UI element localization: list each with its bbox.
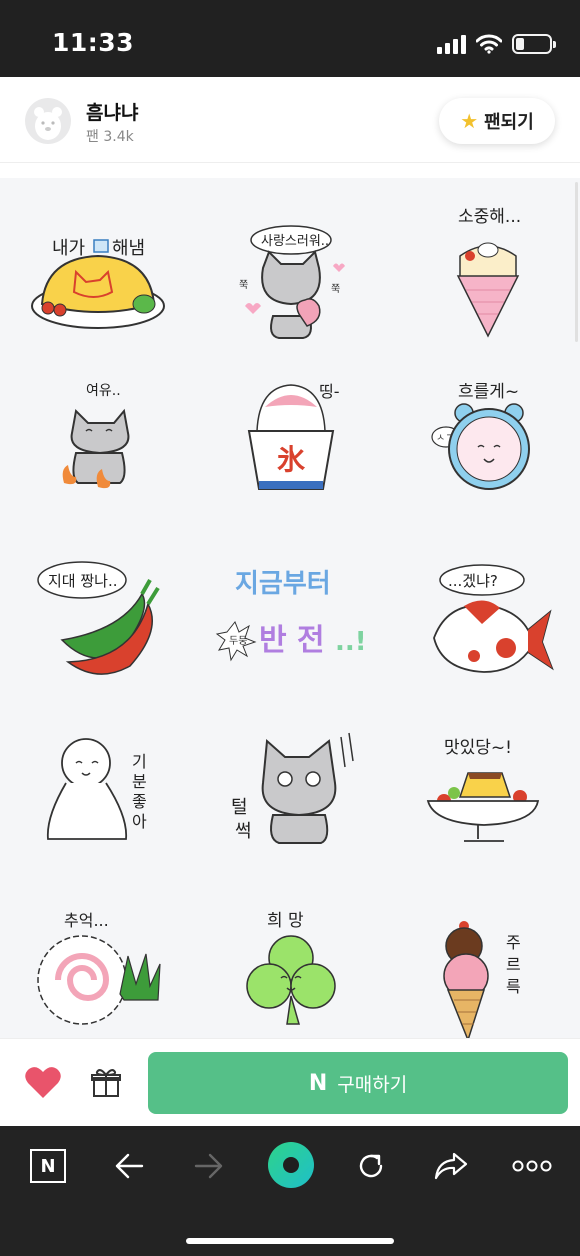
fan-count: 팬 3.4k — [86, 129, 134, 145]
sticker-clock[interactable]: 흐를게~ ㅅㄱ — [388, 373, 578, 543]
sticker-text: 띵- — [319, 382, 340, 401]
sticker-fishcake[interactable]: 추억... — [2, 904, 192, 1038]
sticker-relaxed-cat[interactable]: 여유.. — [2, 373, 192, 543]
buy-button[interactable]: N 구매하기 — [148, 1052, 568, 1114]
sticker-text: 두둥 — [229, 635, 247, 647]
sticker-clover[interactable]: 희 망 — [195, 904, 385, 1038]
sticker-text: 륵 — [506, 977, 521, 996]
sticker-text: ...겠냐? — [448, 572, 498, 590]
home-indicator — [186, 1238, 394, 1244]
green-dot-button[interactable] — [266, 1140, 316, 1190]
sticker-icecream[interactable]: 주 르 륵 — [388, 904, 578, 1038]
naver-pay-icon: N — [308, 1070, 328, 1096]
sticker-text: 좋 — [132, 792, 147, 811]
sticker-text: 지금부터 — [235, 569, 331, 599]
sticker-shaved-ice[interactable]: 띵- 氷 — [195, 373, 385, 543]
sticker-grid: 내가 해냄 사랑스러워.. 쭉 쭉 소중해... 여유.. 띵- 氷 흐를게~ … — [0, 178, 580, 1038]
sticker-lovely-cat[interactable]: 사랑스러워.. 쭉 쭉 — [195, 196, 385, 366]
sticker-text: 여유.. — [86, 383, 121, 399]
like-button[interactable] — [24, 1066, 62, 1100]
sticker-text: ..! — [335, 627, 367, 657]
sticker-text: 분 — [132, 772, 147, 791]
battery-icon — [512, 34, 556, 54]
sticker-text: 르 — [506, 955, 521, 974]
bear-avatar-icon — [34, 107, 62, 140]
sticker-text: 희 망 — [267, 911, 304, 931]
sticker-fish[interactable]: ...겠냐? — [388, 550, 578, 720]
gift-icon — [91, 1069, 121, 1097]
naver-n-icon: N — [30, 1149, 66, 1183]
status-icons — [437, 34, 556, 54]
fan-button[interactable]: ★ 팬되기 — [439, 98, 555, 144]
heart-icon — [25, 1067, 61, 1098]
share-icon — [434, 1152, 468, 1180]
wifi-icon — [476, 34, 502, 54]
fan-button-label: 팬되기 — [484, 112, 534, 133]
gift-button[interactable] — [90, 1067, 122, 1099]
sticker-crepe-cat[interactable]: 소중해... — [388, 196, 578, 366]
sticker-text: 썩 — [235, 821, 252, 842]
forward-button[interactable] — [187, 1144, 231, 1188]
sticker-text: 추억... — [64, 911, 109, 930]
back-icon — [115, 1153, 144, 1179]
cellular-signal-icon — [437, 34, 466, 54]
sticker-text: 털 — [231, 797, 248, 818]
author-name[interactable]: 흠냐냐 — [86, 98, 138, 125]
more-button[interactable] — [510, 1144, 554, 1188]
forward-icon — [194, 1153, 223, 1179]
sticker-text: 지대 짱나.. — [48, 572, 118, 590]
sticker-text: 소중해... — [458, 207, 521, 227]
sticker-pudding[interactable]: 맛있당~! — [388, 727, 578, 897]
sticker-text: 반 전 — [259, 623, 325, 658]
sticker-text: 아 — [132, 812, 147, 831]
sticker-plop-cat[interactable]: 털 썩 — [195, 727, 385, 897]
author-header: 흠냐냐 팬 3.4k ★ 팬되기 — [0, 77, 580, 163]
sticker-omelet-cat[interactable]: 내가 해냄 — [2, 196, 192, 366]
buy-button-label: 구매하기 — [337, 1073, 408, 1096]
author-avatar[interactable] — [25, 98, 71, 144]
naver-home-button[interactable]: N — [26, 1144, 70, 1188]
refresh-icon — [359, 1154, 383, 1178]
sticker-text: 기 — [132, 752, 147, 771]
browser-toolbar: N — [0, 1126, 580, 1256]
more-icon — [512, 1160, 552, 1172]
sticker-text: 흐를게~ — [458, 382, 519, 402]
purchase-bar: N 구매하기 — [0, 1038, 580, 1126]
sticker-ghost[interactable]: 기 분 좋 아 — [2, 727, 192, 897]
sticker-text: 쭉 — [331, 283, 340, 295]
sticker-pepper[interactable]: 지대 짱나.. — [2, 550, 192, 720]
sticker-text: 내가 — [52, 238, 85, 259]
status-time: 11:33 — [52, 28, 135, 57]
sticker-reversal[interactable]: 지금부터 두둥 반 전 ..! — [195, 550, 385, 720]
status-bar: 11:33 — [0, 0, 580, 77]
sticker-text: 쭉 — [239, 279, 248, 291]
star-icon: ★ — [460, 109, 479, 133]
sticker-text: 맛있당~! — [444, 738, 512, 758]
sticker-text: 해냄 — [112, 238, 145, 259]
sticker-text: 주 — [506, 933, 521, 952]
sticker-text: 사랑스러워.. — [261, 234, 329, 249]
green-dot-icon — [268, 1142, 314, 1188]
back-button[interactable] — [107, 1144, 151, 1188]
refresh-button[interactable] — [349, 1144, 393, 1188]
share-button[interactable] — [429, 1144, 473, 1188]
sticker-text: 氷 — [277, 443, 306, 476]
